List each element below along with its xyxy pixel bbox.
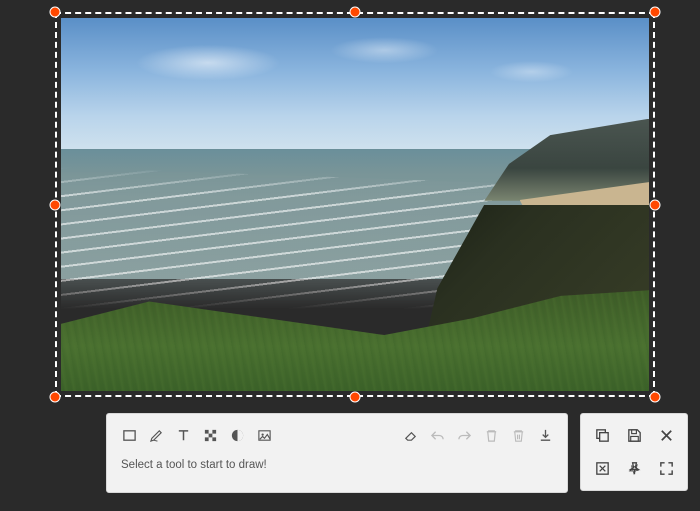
canvas-selection[interactable] <box>55 12 655 397</box>
hint-text: Select a tool to start to draw! <box>121 459 267 471</box>
pencil-tool-button[interactable] <box>144 423 168 447</box>
close-button[interactable] <box>651 420 681 451</box>
rectangle-tool-button[interactable] <box>117 423 141 447</box>
resize-handle-bc[interactable] <box>350 392 361 403</box>
save-button[interactable] <box>619 420 649 451</box>
action-panel <box>580 413 688 491</box>
image-tool-button[interactable] <box>252 423 276 447</box>
copy-button[interactable] <box>587 420 617 451</box>
discard-button[interactable] <box>587 453 617 484</box>
eraser-button[interactable] <box>398 423 422 447</box>
resize-handle-tr[interactable] <box>650 7 661 18</box>
pixelate-tool-button[interactable] <box>198 423 222 447</box>
redo-button[interactable] <box>452 423 476 447</box>
clear-all-button[interactable] <box>506 423 530 447</box>
captured-image <box>61 18 649 391</box>
resize-handle-tc[interactable] <box>350 7 361 18</box>
text-tool-button[interactable] <box>171 423 195 447</box>
invert-tool-button[interactable] <box>225 423 249 447</box>
download-button[interactable] <box>533 423 557 447</box>
resize-handle-br[interactable] <box>650 392 661 403</box>
resize-handle-bl[interactable] <box>50 392 61 403</box>
delete-button[interactable] <box>479 423 503 447</box>
fullscreen-button[interactable] <box>651 453 681 484</box>
annotation-toolbar: Select a tool to start to draw! <box>106 413 568 493</box>
undo-button[interactable] <box>425 423 449 447</box>
resize-handle-tl[interactable] <box>50 7 61 18</box>
resize-handle-mr[interactable] <box>650 199 661 210</box>
pin-button[interactable] <box>619 453 649 484</box>
resize-handle-ml[interactable] <box>50 199 61 210</box>
